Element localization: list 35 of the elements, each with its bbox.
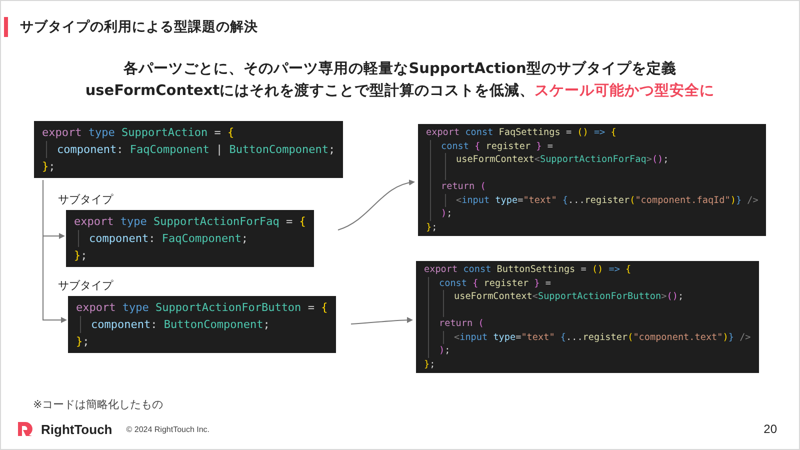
code-line: }; — [74, 248, 88, 264]
code-line: useFormContext<SupportActionForFaq>(); — [456, 153, 670, 166]
code-line: export const FaqSettings = () => { — [426, 126, 618, 140]
code-line: export type SupportActionForButton = { — [76, 300, 328, 316]
footnote: ※コードは簡略化したもの — [33, 397, 164, 412]
accent-bar — [4, 17, 8, 37]
page-number: 20 — [764, 422, 777, 436]
brand-name: RightTouch — [41, 422, 112, 436]
code-line: export const ButtonSettings = () => { — [424, 263, 632, 276]
lead-text: useFormContextにはそれを渡すことで型計算のコストを低減、スケール可能かつ型安全に — [85, 81, 715, 100]
code-line: <input type="text" {...register("component.faqId")} /> — [456, 194, 758, 207]
code-line: const { register } = — [441, 140, 554, 153]
code-line: export type SupportActionForFaq = { — [74, 214, 306, 230]
code-line: component: FaqComponent; — [89, 231, 249, 247]
code-line: return ( — [441, 180, 487, 194]
code-line: }; — [426, 220, 438, 234]
code-line: component: ButtonComponent; — [91, 317, 271, 333]
code-line: export type SupportAction = { — [42, 125, 236, 141]
lead-text: 各パーツごとに、そのパーツ専用の軽量なSupportAction型のサブタイプを定義 — [124, 60, 676, 78]
logo-icon — [17, 421, 33, 437]
code-line: }; — [424, 358, 436, 371]
code-line: const { register } = — [439, 276, 552, 290]
subtype-label: サブタイプ — [58, 192, 113, 207]
code-line: ); — [439, 344, 452, 358]
code-line: return ( — [439, 317, 485, 330]
code-line: }; — [76, 334, 90, 350]
copyright-text: © 2024 RightTouch Inc. — [126, 424, 210, 434]
connector-arrow — [350, 317, 413, 324]
code-line: useFormContext<SupportActionForButton>(); — [454, 290, 685, 304]
subtype-label: サブタイプ — [58, 278, 113, 293]
code-line: <input type="text" {...register("component.text")} /> — [454, 330, 751, 344]
slide-title: サブタイプの利用による型課題の解決 — [20, 18, 258, 36]
code-line: component: FaqComponent | ButtonComponent; — [57, 142, 336, 158]
code-line: }; — [42, 159, 56, 175]
code-line: ); — [441, 207, 454, 220]
